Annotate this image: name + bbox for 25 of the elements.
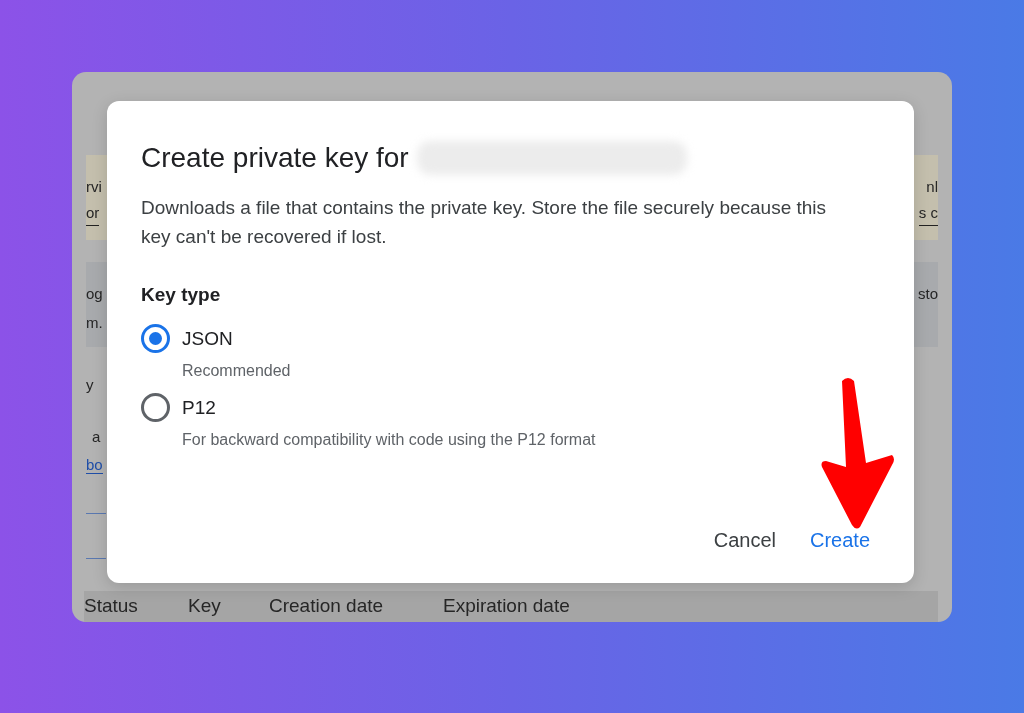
- group-label: Key type: [141, 283, 222, 307]
- column-header: Status: [84, 594, 139, 619]
- radio-button[interactable]: [141, 323, 170, 353]
- option-hint: For backward compatibility with code using the P12 format: [182, 429, 596, 450]
- banner-text: or: [86, 201, 100, 226]
- column-header: Expiration date: [443, 594, 571, 619]
- banner-text: nl: [926, 177, 938, 197]
- column-header: Key: [188, 594, 222, 619]
- banner-text: s c: [918, 201, 938, 226]
- option-hint: Recommended: [182, 360, 291, 381]
- radio-button[interactable]: [141, 392, 170, 422]
- body-text: y: [86, 376, 94, 393]
- dialog-title: Create private key for: [141, 141, 409, 175]
- create-button[interactable]: Create: [799, 519, 880, 561]
- info-text: og: [86, 284, 103, 304]
- column-header: Creation date: [269, 594, 385, 619]
- link-text[interactable]: bo: [86, 456, 103, 474]
- cancel-button[interactable]: Cancel: [703, 519, 786, 561]
- info-text: sto: [918, 284, 938, 304]
- banner-text: rvi: [86, 177, 102, 197]
- option-label: P12: [182, 395, 217, 420]
- body-text: a: [92, 428, 101, 445]
- option-label: JSON: [182, 326, 234, 351]
- info-text: m.: [86, 313, 103, 333]
- dialog-description: Downloads a file that contains the private key. Store the file securely because this key can't be recovered if lost.: [141, 196, 828, 249]
